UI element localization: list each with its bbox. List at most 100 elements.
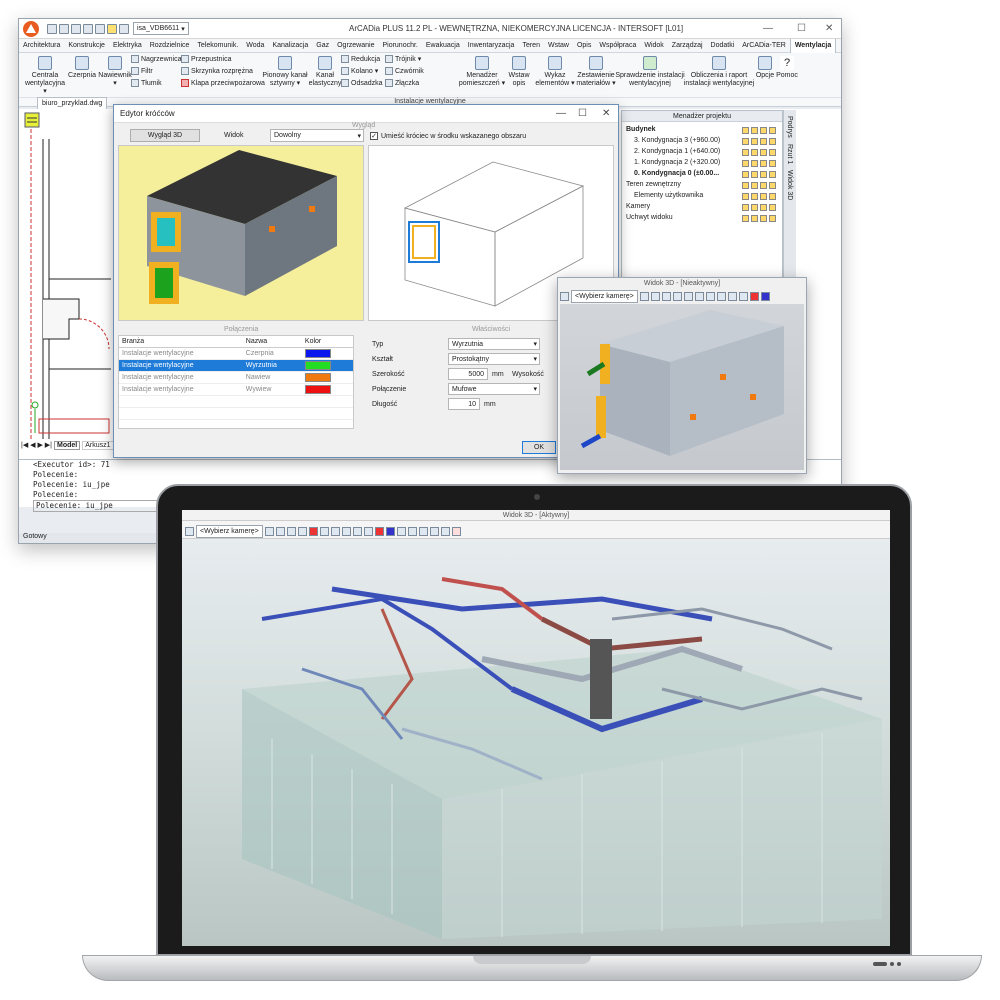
menu-item-9[interactable]: Piorunochr.: [378, 39, 421, 53]
color-cell[interactable]: [301, 383, 353, 396]
save-image-icon[interactable]: [738, 292, 748, 301]
menu-item-6[interactable]: Kanalizacja: [268, 39, 312, 53]
minimize-icon[interactable]: —: [763, 23, 773, 34]
col-kolor[interactable]: Kolor: [301, 336, 353, 348]
color-swatch[interactable]: [304, 361, 331, 370]
visibility-toggle-icon[interactable]: [760, 215, 767, 222]
col-branza[interactable]: Branża: [119, 336, 243, 348]
menu-item-5[interactable]: Woda: [242, 39, 268, 53]
undo-icon[interactable]: [83, 23, 93, 34]
menu-item-7[interactable]: Gaz: [312, 39, 333, 53]
visibility-toggle-icon[interactable]: [742, 127, 749, 134]
menu-item-13[interactable]: Wstaw: [544, 39, 573, 53]
red-mode-icon[interactable]: [749, 292, 759, 301]
visibility-toggle-icon[interactable]: [769, 160, 776, 167]
typ-select[interactable]: Wyrzutnia ▾: [448, 338, 540, 350]
menu-item-20[interactable]: Wentylacja: [789, 38, 837, 53]
color-cell[interactable]: [301, 371, 353, 384]
print-icon[interactable]: [352, 527, 362, 536]
color-swatch[interactable]: [304, 349, 331, 358]
view-3d-button[interactable]: Wygląd 3D: [130, 129, 200, 142]
menu-item-14[interactable]: Opis: [573, 39, 595, 53]
nagrzewnica-button[interactable]: Nagrzewnica: [131, 55, 181, 63]
view3d-inactive-scene[interactable]: [560, 304, 804, 470]
klapa-button[interactable]: Klapa przeciwpożarowa: [181, 79, 265, 87]
visibility-toggle-icon[interactable]: [760, 182, 767, 189]
menadzer-pomieszczen-button[interactable]: Menadżer pomieszczeń ▾: [457, 56, 507, 88]
measure-icon[interactable]: [341, 527, 351, 536]
lightbulb-icon[interactable]: [107, 23, 117, 34]
layer-icon[interactable]: [119, 23, 129, 34]
fit-icon[interactable]: [683, 292, 693, 301]
tree-item[interactable]: Teren zewnętrzny: [626, 180, 681, 190]
menu-item-4[interactable]: Telekomunik.: [193, 39, 242, 53]
pan-icon[interactable]: [661, 292, 671, 301]
col-nazwa[interactable]: Nazwa: [242, 336, 302, 348]
visibility-toggle-icon[interactable]: [742, 215, 749, 222]
tlumik-button[interactable]: Tłumik: [131, 79, 162, 87]
obliczenia-button[interactable]: Obliczenia i raport instalacji wentylacy…: [683, 56, 755, 88]
visibility-toggle-icon[interactable]: [760, 149, 767, 156]
blue-mode-icon[interactable]: [760, 292, 770, 301]
visibility-toggle-icon[interactable]: [769, 171, 776, 178]
visibility-toggle-icon[interactable]: [751, 204, 758, 211]
tab-model[interactable]: Model: [54, 441, 81, 450]
polaczenie-select[interactable]: Mufowe ▾: [448, 383, 540, 395]
red-layer-icon[interactable]: [374, 527, 384, 536]
rotate-icon[interactable]: [639, 292, 649, 301]
visibility-toggle-icon[interactable]: [760, 127, 767, 134]
menu-item-1[interactable]: Konstrukcje: [64, 39, 109, 53]
tree-item[interactable]: Budynek: [626, 125, 656, 135]
sprawdzenie-button[interactable]: Sprawdzenie instalacji wentylacyjnej: [615, 56, 685, 88]
nav-arrows-icon[interactable]: |◀ ◀ ▶ ▶|: [21, 441, 52, 450]
table-row[interactable]: Instalacje wentylacyjne Czerpnia: [119, 347, 353, 360]
fly-icon[interactable]: [705, 292, 715, 301]
menu-item-12[interactable]: Teren: [518, 39, 544, 53]
kanal-elastyczny-button[interactable]: Kanał elastyczny: [307, 56, 343, 88]
visibility-toggle-icon[interactable]: [751, 127, 758, 134]
zoom-icon[interactable]: [650, 292, 660, 301]
camera-icon[interactable]: [560, 292, 569, 301]
pan-icon[interactable]: [286, 527, 296, 536]
visibility-toggle-icon[interactable]: [742, 171, 749, 178]
visibility-toggle-icon[interactable]: [751, 171, 758, 178]
visibility-toggle-icon[interactable]: [760, 171, 767, 178]
table-row[interactable]: Instalacje wentylacyjne Wyrzutnia: [119, 359, 353, 372]
maximize-icon[interactable]: ☐: [797, 23, 806, 34]
app-logo-icon[interactable]: [21, 19, 41, 39]
camera-select-laptop[interactable]: <Wybierz kamerę>: [196, 525, 263, 538]
menu-item-15[interactable]: Współpraca: [595, 39, 640, 53]
tree-item[interactable]: 3. Kondygnacja 3 (+960.00): [634, 136, 720, 146]
tab-podrys[interactable]: Podrys: [786, 116, 793, 138]
visibility-toggle-icon[interactable]: [751, 138, 758, 145]
tree-item[interactable]: 2. Kondygnacja 1 (+640.00): [634, 147, 720, 157]
view-select[interactable]: Dowolny ▾: [270, 129, 364, 142]
visibility-toggle-icon[interactable]: [751, 215, 758, 222]
redukcja-button[interactable]: Redukcja: [341, 55, 380, 63]
visibility-toggle-icon[interactable]: [760, 204, 767, 211]
ksztalt-select[interactable]: Prostokątny ▾: [448, 353, 540, 365]
menu-item-2[interactable]: Elektryka: [109, 39, 146, 53]
centrala-button[interactable]: Centrala wentylacyjna ▾: [25, 56, 65, 96]
visibility-toggle-icon[interactable]: [742, 160, 749, 167]
section-icon[interactable]: [429, 527, 439, 536]
visibility-toggle-icon[interactable]: [769, 193, 776, 200]
save-image-icon[interactable]: [363, 527, 373, 536]
tree-item[interactable]: 1. Kondygnacja 2 (+320.00): [634, 158, 720, 168]
visibility-toggle-icon[interactable]: [742, 149, 749, 156]
tab-arkusz1[interactable]: Arkusz1: [82, 441, 114, 450]
layers-icon[interactable]: [407, 527, 417, 536]
pomoc-button[interactable]: ? Pomoc: [775, 56, 799, 80]
dlugosc-input[interactable]: 10: [448, 398, 480, 410]
center-checkbox[interactable]: ✓: [370, 132, 378, 140]
skrzynka-button[interactable]: Skrzynka rozprężna: [181, 67, 253, 75]
tab-rzut1[interactable]: Rzut 1: [786, 144, 793, 164]
tree-item[interactable]: Uchwyt widoku: [626, 213, 673, 223]
center-checkbox-row[interactable]: ✓ Umieść króciec w środku wskazanego obsz…: [370, 132, 526, 140]
cut-icon[interactable]: [440, 527, 450, 536]
visibility-toggle-icon[interactable]: [751, 149, 758, 156]
print-icon[interactable]: [727, 292, 737, 301]
tree-item[interactable]: Kamery: [626, 202, 650, 212]
visibility-toggle-icon[interactable]: [760, 160, 767, 167]
color-swatch[interactable]: [304, 373, 331, 382]
